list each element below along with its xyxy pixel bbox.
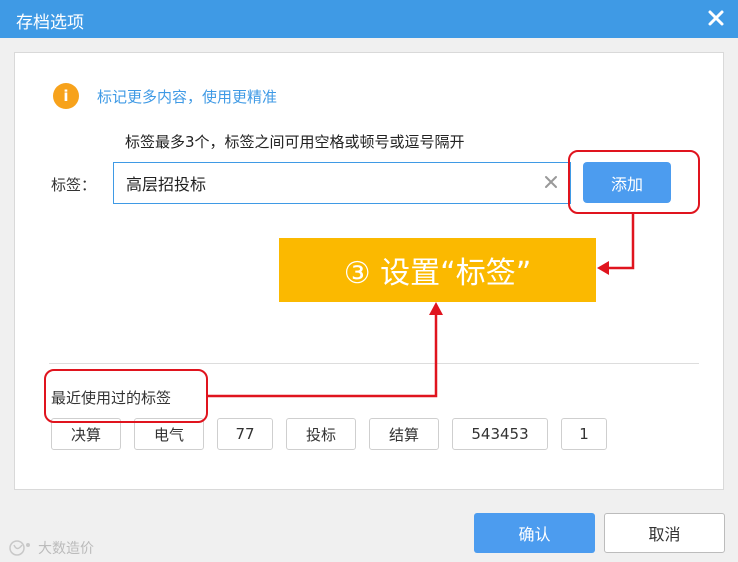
options-panel: i 标记更多内容，使用更精准 标签最多3个，标签之间可用空格或顿号或逗号隔开 标…: [14, 52, 724, 490]
recent-tag-chip[interactable]: 1: [561, 418, 607, 450]
confirm-button[interactable]: 确认: [474, 513, 595, 553]
archive-options-dialog: 存档选项 i 标记更多内容，使用更精准 标签最多3个，标签之间可用空格或顿号或逗…: [0, 0, 738, 562]
watermark-text: 大数造价: [38, 541, 94, 557]
watermark: 大数造价: [8, 538, 94, 558]
tag-hint: 标签最多3个，标签之间可用空格或顿号或逗号隔开: [125, 133, 465, 151]
tag-input[interactable]: [114, 163, 534, 203]
tag-label: 标签：: [51, 176, 97, 194]
recent-tag-chip[interactable]: 77: [217, 418, 273, 450]
watermark-logo-icon: [9, 540, 30, 556]
close-icon[interactable]: [706, 8, 726, 28]
recent-tag-chip[interactable]: 投标: [286, 418, 356, 450]
info-text: 标记更多内容，使用更精准: [97, 87, 278, 106]
clear-icon[interactable]: [544, 175, 558, 189]
highlight-recent-label: [44, 369, 208, 423]
info-icon: i: [53, 83, 79, 109]
recent-tag-chip[interactable]: 543453: [452, 418, 548, 450]
cancel-button[interactable]: 取消: [604, 513, 725, 553]
recent-tag-chip[interactable]: 结算: [369, 418, 439, 450]
divider: [49, 363, 699, 364]
info-row: i 标记更多内容，使用更精准: [53, 83, 277, 109]
highlight-add-button: [568, 150, 700, 214]
tag-input-container: [113, 162, 571, 204]
title-bar: 存档选项: [0, 0, 738, 38]
dialog-title: 存档选项: [16, 13, 84, 33]
step-annotation: ③ 设置“标签”: [279, 238, 596, 302]
